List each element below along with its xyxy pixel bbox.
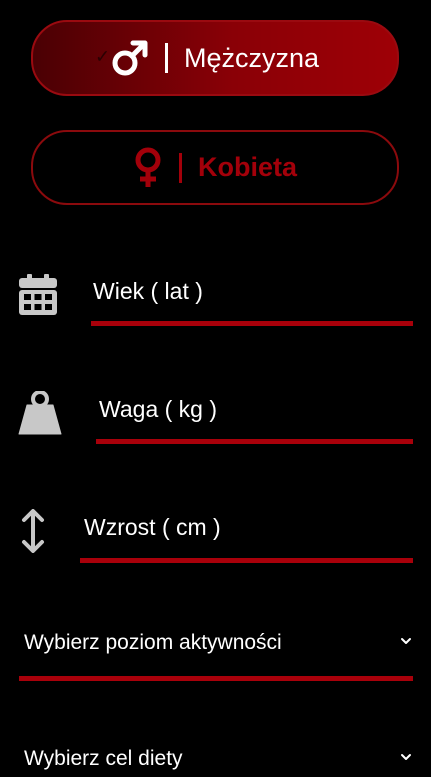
activity-level-label: Wybierz poziom aktywności bbox=[24, 631, 282, 654]
male-label: Mężczyzna bbox=[183, 42, 320, 73]
weight-underline bbox=[96, 439, 413, 444]
female-gender-button[interactable]: Kobieta bbox=[31, 130, 399, 205]
diet-goal-label: Wybierz cel diety bbox=[24, 747, 183, 770]
female-label: Kobieta bbox=[197, 152, 297, 182]
separator bbox=[178, 152, 182, 183]
vertical-arrows-icon bbox=[21, 509, 45, 558]
male-symbol-icon bbox=[111, 39, 149, 77]
calendar-icon bbox=[19, 273, 57, 320]
check-icon: ✓ bbox=[95, 46, 111, 67]
female-symbol-icon bbox=[133, 147, 163, 189]
chevron-down-icon bbox=[398, 749, 414, 770]
height-underline bbox=[80, 558, 413, 563]
height-input[interactable]: Wzrost ( cm ) bbox=[84, 514, 221, 541]
male-gender-button[interactable]: ✓ Mężczyzna bbox=[31, 20, 399, 96]
age-input[interactable]: Wiek ( lat ) bbox=[93, 278, 203, 305]
age-underline bbox=[91, 321, 413, 326]
separator bbox=[164, 43, 168, 73]
activity-level-select[interactable]: Wybierz poziom aktywności bbox=[24, 631, 414, 655]
weight-icon bbox=[18, 390, 62, 440]
activity-underline bbox=[19, 676, 413, 681]
diet-goal-select[interactable]: Wybierz cel diety bbox=[24, 747, 414, 771]
weight-input[interactable]: Waga ( kg ) bbox=[99, 396, 217, 423]
chevron-down-icon bbox=[398, 633, 414, 654]
